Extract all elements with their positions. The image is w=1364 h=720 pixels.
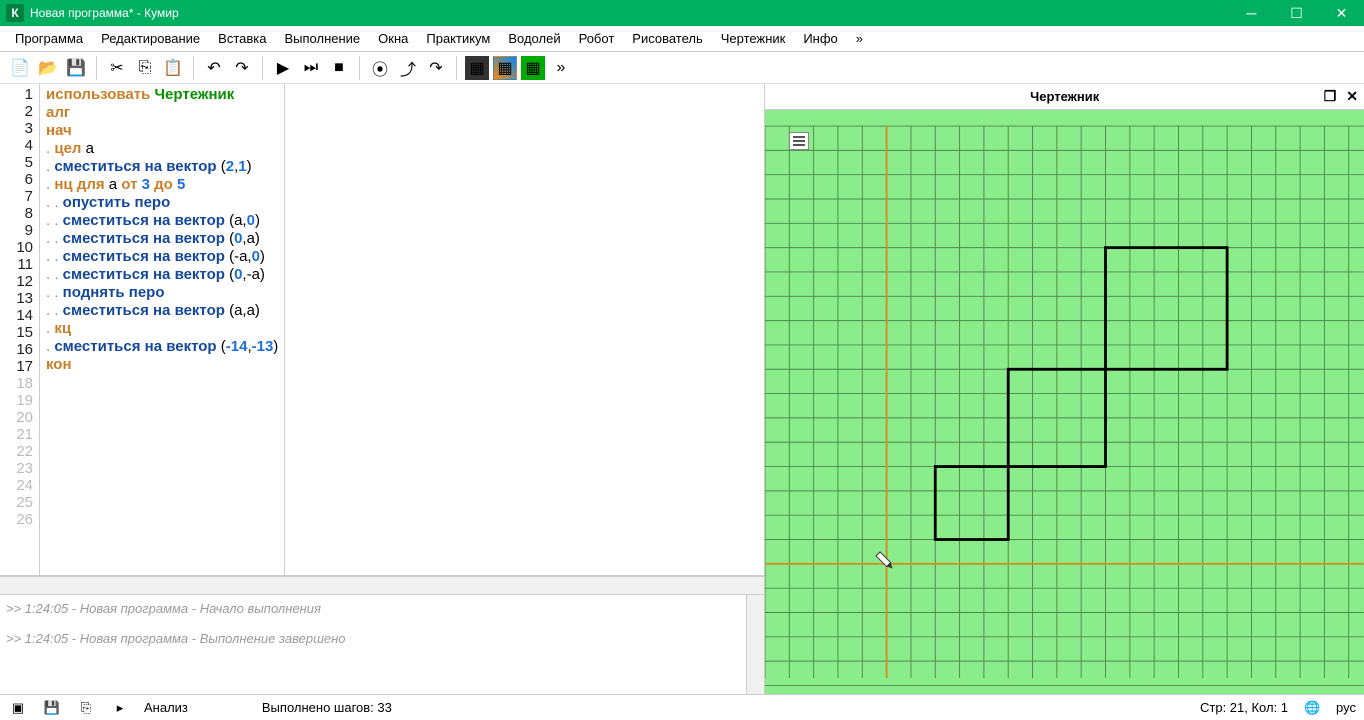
cut-button[interactable]: ✂ [105,56,129,80]
toolbar: 📄📂💾✂⎘📋↶↷▶⏭■⦿⤴↷▦▦▦» [0,52,1364,84]
menu-водолей[interactable]: Водолей [499,28,569,49]
menubar: ПрограммаРедактированиеВставкаВыполнение… [0,26,1364,52]
menu-практикум[interactable]: Практикум [417,28,499,49]
horizontal-scrollbar[interactable] [0,576,764,594]
more-button[interactable]: » [549,56,573,80]
menu-вставка[interactable]: Вставка [209,28,275,49]
status-lang-icon[interactable]: 🌐 [1302,698,1322,718]
new-button[interactable]: 📄 [8,56,32,80]
console-output[interactable]: >> 1:24:05 - Новая программа - Начало вы… [0,594,764,694]
console-scrollbar[interactable] [746,595,764,694]
code-editor[interactable]: 1234567891011121314151617181920212223242… [0,84,764,576]
grid-dark-button[interactable]: ▦ [465,56,489,80]
titlebar: К Новая программа* - Кумир ─ ☐ ✕ [0,0,1364,26]
menu-»[interactable]: » [847,28,872,49]
minimize-button[interactable]: ─ [1229,0,1274,26]
menu-окна[interactable]: Окна [369,28,417,49]
line-gutter: 1234567891011121314151617181920212223242… [0,84,40,575]
together-button[interactable]: ⦿ [368,56,392,80]
menu-рисователь[interactable]: Рисователь [623,28,711,49]
undo-button[interactable]: ↶ [202,56,226,80]
menu-чертежник[interactable]: Чертежник [712,28,795,49]
status-console-icon[interactable]: ▣ [8,698,28,718]
menu-редактирование[interactable]: Редактирование [92,28,209,49]
open-button[interactable]: 📂 [36,56,60,80]
editor-right-pane [284,84,764,575]
stop-button[interactable]: ■ [327,56,351,80]
status-cursor: Стр: 21, Кол: 1 [1200,700,1288,715]
close-button[interactable]: ✕ [1319,0,1364,26]
status-lang: рус [1336,700,1356,715]
step-out-button[interactable]: ⤴ [396,56,420,80]
menu-выполнение[interactable]: Выполнение [275,28,369,49]
app-icon: К [6,4,24,22]
grid-color-button[interactable]: ▦ [493,56,517,80]
status-copy-icon[interactable]: ⎘ [76,698,96,718]
grid-green-button[interactable]: ▦ [521,56,545,80]
status-steps: Выполнено шагов: 33 [262,700,392,715]
canvas-menu-button[interactable] [789,132,809,150]
copy-button[interactable]: ⎘ [133,56,157,80]
save-button[interactable]: 💾 [64,56,88,80]
statusbar: ▣ 💾 ⎘ ▸ Анализ Выполнено шагов: 33 Стр: … [0,694,1364,720]
status-play-icon[interactable]: ▸ [110,698,130,718]
drafter-title-text: Чертежник [1030,89,1099,104]
status-save-icon[interactable]: 💾 [42,698,62,718]
run-step-button[interactable]: ⏭ [299,56,323,80]
run-button[interactable]: ▶ [271,56,295,80]
window-title: Новая программа* - Кумир [30,6,1229,20]
drafter-panel-title: Чертежник ❐ ✕ [765,84,1364,110]
menu-робот[interactable]: Робот [570,28,624,49]
drafter-close-icon[interactable]: ✕ [1346,88,1358,105]
drafter-restore-icon[interactable]: ❐ [1324,88,1337,105]
menu-программа[interactable]: Программа [6,28,92,49]
status-analysis: Анализ [144,700,188,715]
step-skip-button[interactable]: ↷ [424,56,448,80]
redo-button[interactable]: ↷ [230,56,254,80]
drafter-canvas[interactable] [765,110,1364,694]
maximize-button[interactable]: ☐ [1274,0,1319,26]
code-area[interactable]: использовать Чертежникалгнач. цел а. сме… [40,84,284,575]
menu-инфо[interactable]: Инфо [794,28,846,49]
paste-button[interactable]: 📋 [161,56,185,80]
